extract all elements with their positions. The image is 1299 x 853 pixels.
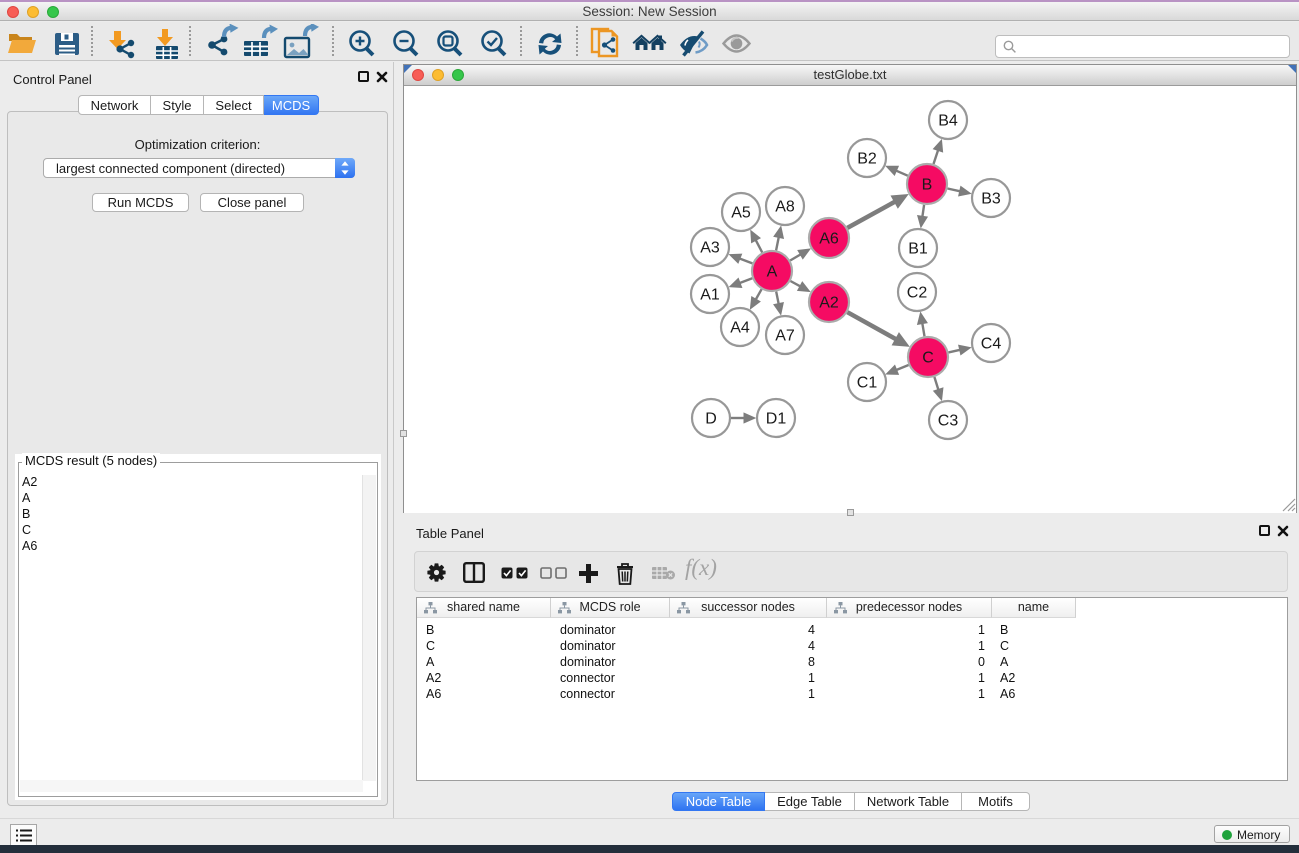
svg-text:A7: A7 [775,328,795,345]
svg-text:A4: A4 [730,320,750,337]
svg-text:C2: C2 [907,285,928,302]
svg-text:A6: A6 [819,231,839,248]
svg-text:D: D [705,411,717,428]
svg-text:B2: B2 [857,151,877,168]
svg-text:B: B [922,177,933,194]
svg-text:A3: A3 [700,240,720,257]
svg-text:B1: B1 [908,241,928,258]
svg-text:C: C [922,350,934,367]
svg-text:A8: A8 [775,199,795,216]
svg-text:A1: A1 [700,287,720,304]
svg-text:A2: A2 [819,295,839,312]
svg-text:B4: B4 [938,113,958,130]
svg-text:A5: A5 [731,205,751,222]
svg-text:C1: C1 [857,375,878,392]
svg-text:C4: C4 [981,336,1002,353]
svg-text:C3: C3 [938,413,959,430]
svg-text:A: A [767,264,778,281]
svg-text:D1: D1 [766,411,787,428]
svg-text:B3: B3 [981,191,1001,208]
